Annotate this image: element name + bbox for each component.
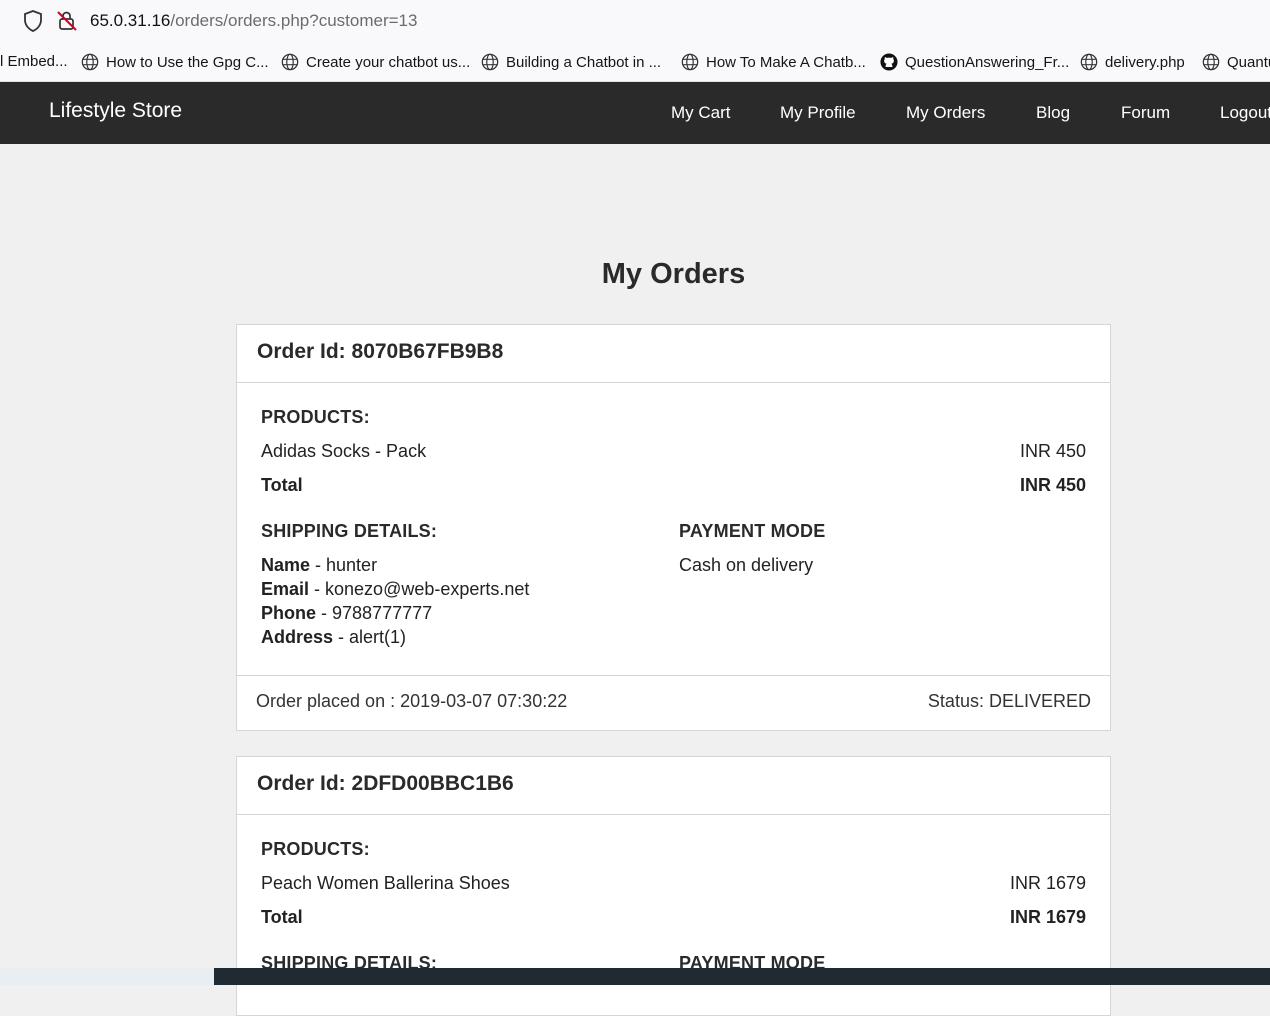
url-host: 65.0.31.16 xyxy=(90,11,171,30)
bookmark-item[interactable]: delivery.php xyxy=(1080,53,1185,71)
product-name: Peach Women Ballerina Shoes xyxy=(261,873,510,893)
shipping-email-label: Email xyxy=(261,579,310,599)
total-label: Total xyxy=(261,907,303,927)
nav-my-profile[interactable]: My Profile xyxy=(780,103,856,123)
insecure-lock-icon[interactable] xyxy=(56,10,78,32)
globe-icon xyxy=(1080,53,1098,71)
total-value: INR 450 xyxy=(1019,475,1086,495)
nav-forum[interactable]: Forum xyxy=(1121,103,1170,123)
shipping-email: Email - konezo@web-experts.net xyxy=(261,577,529,601)
shipping-name-value: - hunter xyxy=(310,555,378,575)
product-row: Peach Women Ballerina Shoes INR 1679 xyxy=(261,873,1086,897)
nav-my-orders[interactable]: My Orders xyxy=(906,103,985,123)
shipping-email-value: - konezo@web-experts.net xyxy=(309,579,530,599)
products-title: PRODUCTS: xyxy=(261,407,370,427)
bookmark-item[interactable]: Building a Chatbot in ... xyxy=(481,53,661,71)
order-placed-on: Order placed on : 2019-03-07 07:30:22 xyxy=(256,691,568,711)
shipping-address: Address - alert(1) xyxy=(261,625,529,649)
globe-icon xyxy=(481,53,499,71)
order-status: Status: DELIVERED xyxy=(927,691,1091,711)
bookmark-label: delivery.php xyxy=(1105,53,1185,71)
product-price: INR 1679 xyxy=(1009,873,1086,893)
bookmark-item[interactable]: Create your chatbot us... xyxy=(281,53,470,71)
bookmark-label: Building a Chatbot in ... xyxy=(506,53,662,71)
bookmark-label: Create your chatbot us... xyxy=(306,53,471,71)
shipping-address-value: - alert(1) xyxy=(333,627,407,647)
bookmark-label: l Embed... xyxy=(0,53,68,70)
shipping-phone: Phone - 9788777777 xyxy=(261,601,529,625)
globe-icon xyxy=(1202,53,1220,71)
products-title: PRODUCTS: xyxy=(261,839,370,859)
shipping-details: Name - hunter Email - konezo@web-experts… xyxy=(261,553,529,649)
product-price: INR 450 xyxy=(1019,441,1086,461)
shipping-title: SHIPPING DETAILS: xyxy=(261,521,438,541)
nav-logout[interactable]: Logout xyxy=(1220,103,1270,123)
bookmark-item[interactable]: How To Make A Chatb... xyxy=(681,53,866,71)
browser-address-bar: 65.0.31.16/orders/orders.php?customer=13 xyxy=(0,0,1270,42)
bookmark-label: Quantu xyxy=(1227,53,1270,71)
total-value: INR 1679 xyxy=(1009,907,1086,927)
globe-icon xyxy=(81,53,99,71)
payment-mode: Cash on delivery xyxy=(679,555,814,575)
bookmark-item[interactable]: Quantu xyxy=(1202,53,1270,71)
shipping-name: Name - hunter xyxy=(261,553,529,577)
github-icon xyxy=(880,53,898,71)
page-title: My Orders xyxy=(601,258,746,290)
payment-title: PAYMENT MODE xyxy=(679,521,826,541)
os-taskbar xyxy=(0,968,1270,985)
product-name: Adidas Socks - Pack xyxy=(261,441,427,461)
bookmark-label: How To Make A Chatb... xyxy=(706,53,866,71)
bookmarks-bar: l Embed... How to Use the Gpg C... Creat… xyxy=(0,42,1270,82)
shipping-name-label: Name xyxy=(261,555,311,575)
order-card: Order Id: 8070B67FB9B8 PRODUCTS: Adidas … xyxy=(236,324,1111,731)
shield-icon[interactable] xyxy=(22,10,44,32)
site-navbar: Lifestyle Store My Cart My Profile My Or… xyxy=(0,82,1270,144)
bookmark-label: QuestionAnswering_Fr... xyxy=(905,53,1070,71)
order-footer: Order placed on : 2019-03-07 07:30:22 St… xyxy=(237,675,1110,730)
shipping-phone-label: Phone xyxy=(261,603,317,623)
taskbar-left-zone xyxy=(0,968,214,985)
brand-logo[interactable]: Lifestyle Store xyxy=(49,99,182,123)
bookmark-item[interactable]: l Embed... xyxy=(0,53,68,70)
bookmark-item[interactable]: QuestionAnswering_Fr... xyxy=(880,53,1069,71)
total-row: Total INR 450 xyxy=(261,475,1086,499)
nav-blog[interactable]: Blog xyxy=(1036,103,1070,123)
bookmark-item[interactable]: How to Use the Gpg C... xyxy=(81,53,269,71)
url-path: /orders/orders.php?customer=13 xyxy=(170,11,418,30)
globe-icon xyxy=(281,53,299,71)
bookmark-label: How to Use the Gpg C... xyxy=(106,53,269,71)
total-row: Total INR 1679 xyxy=(261,907,1086,931)
url-field[interactable]: 65.0.31.16/orders/orders.php?customer=13 xyxy=(90,11,417,31)
nav-my-cart[interactable]: My Cart xyxy=(671,103,731,123)
order-id: Order Id: 8070B67FB9B8 xyxy=(237,325,1110,383)
shipping-phone-value: - 9788777777 xyxy=(316,603,433,623)
total-label: Total xyxy=(261,475,303,495)
product-row: Adidas Socks - Pack INR 450 xyxy=(261,441,1086,465)
order-id: Order Id: 2DFD00BBC1B6 xyxy=(237,757,1110,815)
shipping-address-label: Address xyxy=(261,627,334,647)
globe-icon xyxy=(681,53,699,71)
